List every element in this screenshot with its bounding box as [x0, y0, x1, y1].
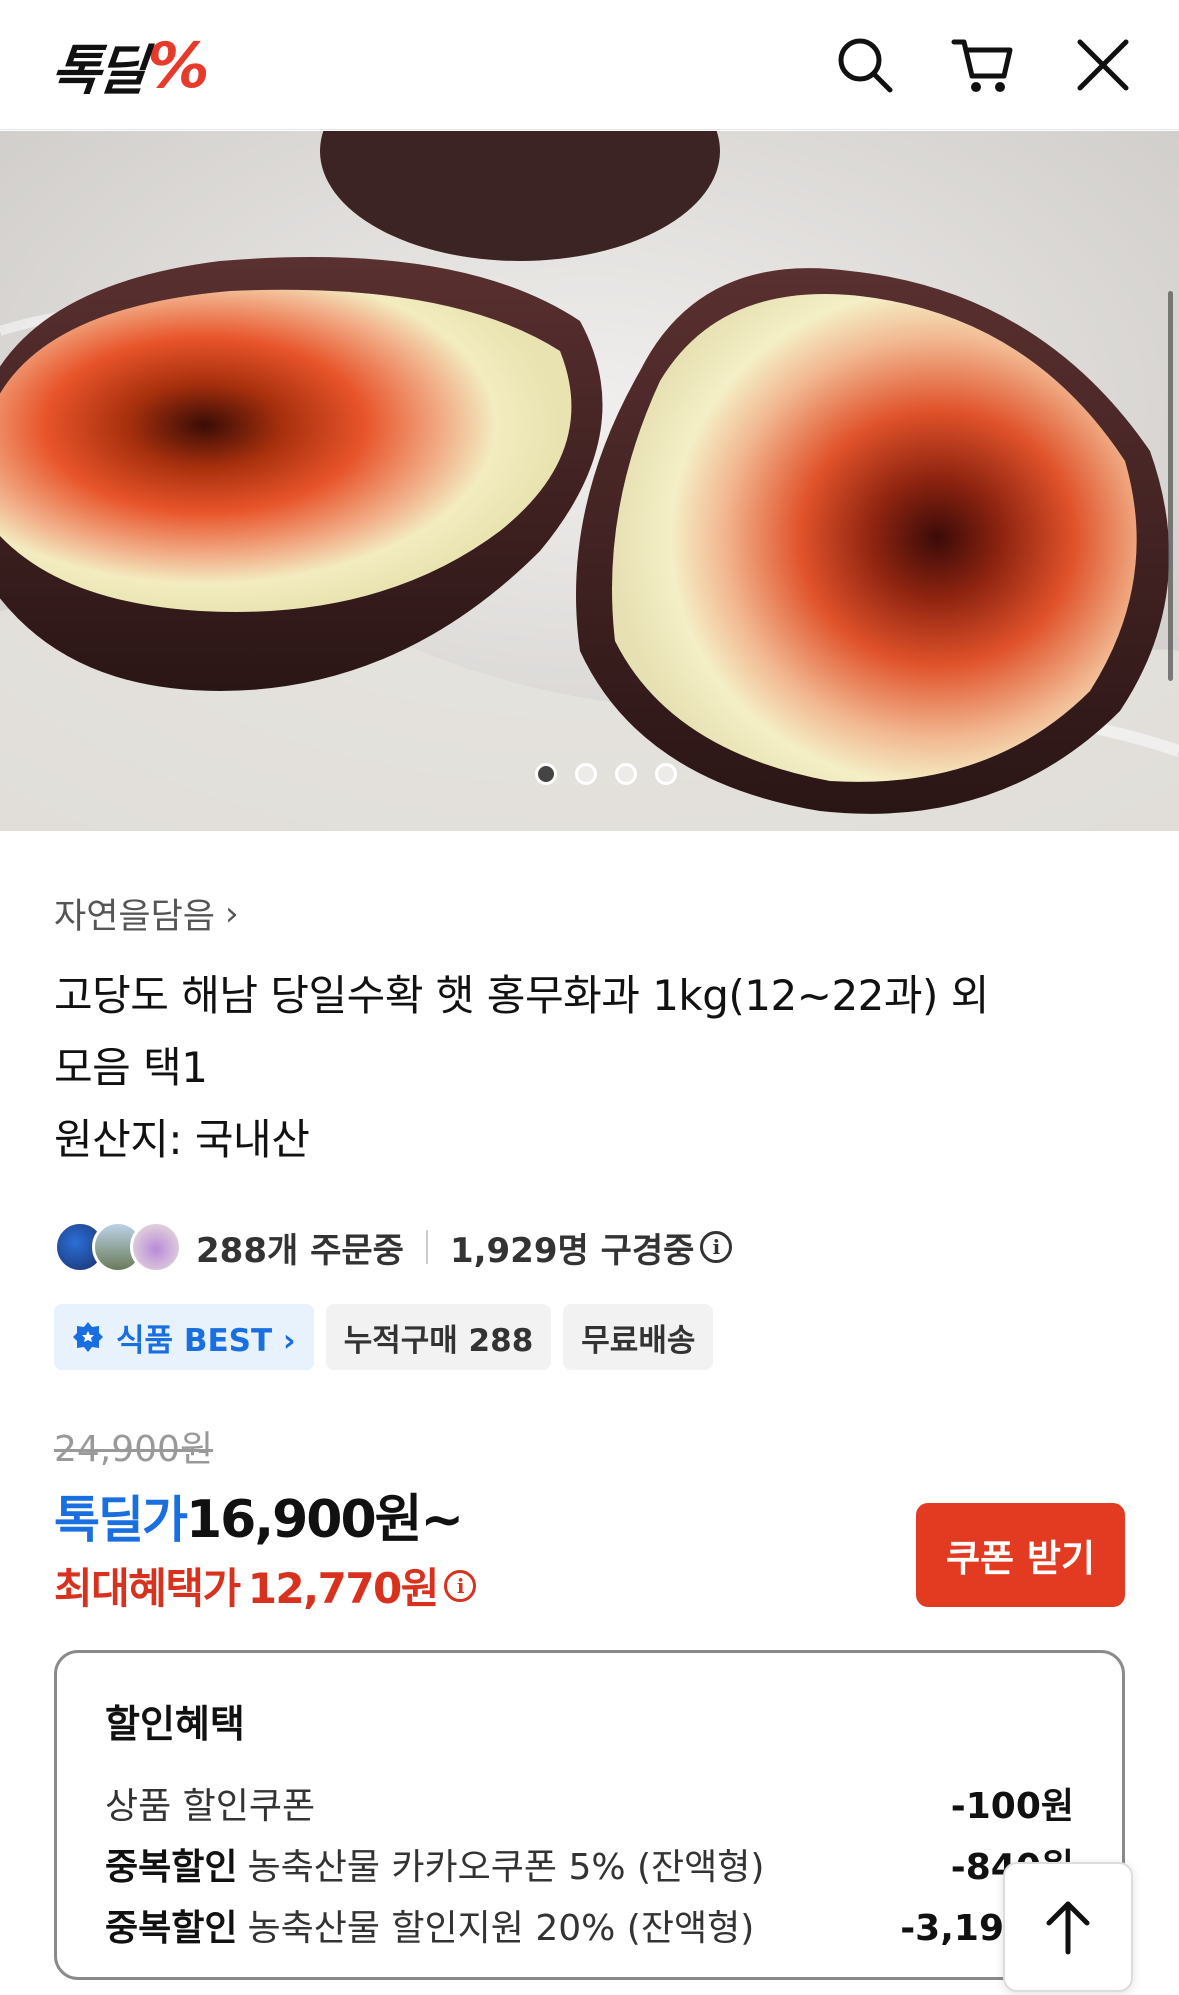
free-shipping-badge: 무료배송	[563, 1304, 714, 1370]
original-price: 24,900원	[54, 1429, 214, 1470]
seller-name: 자연을담음	[54, 897, 216, 937]
discount-benefits-panel: 할인혜택 상품 할인쿠폰 -100원 중복할인 농축산물 카카오쿠폰 5% (잔액…	[54, 1650, 1125, 1980]
title-line-2: 모음 택1	[54, 1043, 208, 1092]
food-best-badge[interactable]: 식품 BEST ›	[54, 1304, 314, 1370]
discount-label: 상품 할인쿠폰	[105, 1786, 316, 1827]
max-benefit-price-row: 최대혜택가 12,770원 i	[54, 1555, 476, 1616]
pagination-dot-1[interactable]	[534, 763, 557, 785]
purchase-stats: 288개 주문중 1,929명 구경중 i	[54, 1218, 733, 1276]
title-line-1: 고당도 해남 당일수확 햇 홍무화과 1kg(12~22과) 외	[54, 971, 989, 1020]
pagination-dot-2[interactable]	[574, 763, 597, 785]
discount-row: 상품 할인쿠폰 -100원	[105, 1776, 1074, 1837]
pagination-dot-3[interactable]	[614, 763, 637, 785]
badge-icon	[73, 1322, 103, 1352]
gallery-pagination	[16, 763, 1179, 785]
sale-price-value: 16,900원~	[186, 1490, 464, 1550]
viewer-count: 1,929명 구경중	[449, 1230, 695, 1271]
chevron-right-icon: ›	[225, 893, 239, 934]
discount-amount: -3,19	[900, 1908, 1004, 1949]
cart-icon[interactable]	[950, 32, 1016, 98]
buyer-avatars	[54, 1221, 182, 1273]
pagination-dot-4[interactable]	[654, 763, 677, 785]
info-icon[interactable]: i	[443, 1569, 476, 1602]
discount-label: 농축산물 카카오쿠폰 5% (잔액형)	[247, 1847, 765, 1888]
product-title: 고당도 해남 당일수확 햇 홍무화과 1kg(12~22과) 외 모음 택1 원…	[54, 960, 1054, 1176]
product-origin: 원산지: 국내산	[54, 1115, 310, 1164]
product-badges: 식품 BEST › 누적구매 288 무료배송	[54, 1304, 714, 1370]
discount-title: 할인혜택	[105, 1702, 245, 1746]
order-count: 288개 주문중	[196, 1230, 404, 1271]
app-logo[interactable]: 톡딜 %	[48, 28, 210, 102]
fig-product-image	[0, 131, 1179, 831]
logo-percent-mark: %	[147, 28, 210, 102]
scroll-to-top-button[interactable]	[1003, 1862, 1133, 1992]
app-header: 톡딜 %	[0, 0, 1179, 130]
sale-price-row: 톡딜가 16,900원~	[54, 1477, 464, 1552]
discount-amount: -100원	[950, 1786, 1074, 1827]
best-label: 식품 BEST ›	[116, 1322, 296, 1359]
product-image-gallery[interactable]	[0, 131, 1179, 831]
discount-prefix: 중복할인	[105, 1908, 238, 1949]
max-benefit-label: 최대혜택가	[54, 1564, 241, 1613]
seller-link[interactable]: 자연을담음 ›	[54, 888, 239, 939]
sale-price-label: 톡딜가	[54, 1491, 188, 1549]
search-icon[interactable]	[832, 32, 898, 98]
logo-text: 톡딜	[48, 38, 147, 102]
discount-row: 중복할인농축산물 카카오쿠폰 5% (잔액형) -840원	[105, 1837, 1074, 1898]
discount-row: 중복할인 농축산물 할인지원 20% (잔액형) -3,19	[105, 1898, 1074, 1959]
cumulative-purchase-badge: 누적구매 288	[325, 1304, 552, 1370]
get-coupon-button[interactable]: 쿠폰 받기	[916, 1503, 1125, 1607]
avatar	[130, 1221, 182, 1273]
discount-label: 농축산물 할인지원 20% (잔액형)	[247, 1908, 755, 1949]
gallery-scrollbar[interactable]	[1168, 291, 1173, 681]
max-benefit-value: 12,770원	[247, 1564, 440, 1613]
close-icon[interactable]	[1070, 32, 1136, 98]
arrow-up-icon	[1046, 1901, 1090, 1955]
divider	[425, 1230, 428, 1264]
info-icon[interactable]: i	[700, 1231, 733, 1263]
discount-prefix: 중복할인	[105, 1847, 238, 1888]
